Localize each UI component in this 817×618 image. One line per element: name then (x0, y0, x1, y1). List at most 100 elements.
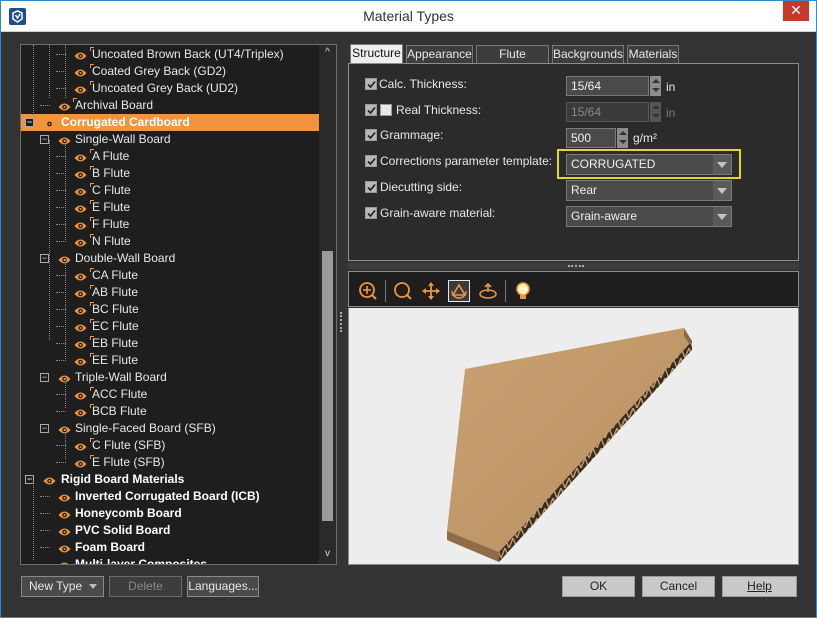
tree-item[interactable]: Uncoated Grey Back (UD2) (21, 80, 321, 97)
tree-item[interactable]: CA Flute (21, 267, 321, 284)
tree-item[interactable]: N Flute (21, 233, 321, 250)
calc-thickness-input[interactable]: 15/64 (566, 76, 649, 96)
tree-item[interactable]: EE Flute (21, 352, 321, 369)
tree-item[interactable]: AB Flute (21, 284, 321, 301)
tree-item[interactable]: BCB Flute (21, 403, 321, 420)
orbit-icon[interactable] (477, 280, 499, 302)
grain-aware-checkbox[interactable] (365, 207, 377, 219)
visibility-eye-icon[interactable] (74, 151, 87, 162)
visibility-eye-icon[interactable] (43, 117, 56, 128)
tree-item[interactable]: Archival Board (21, 97, 321, 114)
delete-button[interactable]: Delete (109, 576, 182, 597)
tree-item[interactable]: B Flute (21, 165, 321, 182)
tab-flute-symbols[interactable]: Flute Symbols (476, 45, 549, 78)
diecutting-checkbox[interactable] (365, 181, 377, 193)
grammage-input[interactable]: 500 (566, 128, 616, 148)
real-thickness-input[interactable]: 15/64 (566, 102, 649, 122)
scrollbar-thumb[interactable] (322, 251, 333, 521)
visibility-eye-icon[interactable] (74, 219, 87, 230)
tree-item[interactable]: ACC Flute (21, 386, 321, 403)
vertical-splitter[interactable] (340, 312, 344, 332)
tree-item[interactable]: C Flute (21, 182, 321, 199)
tree-item[interactable]: Uncoated Brown Back (UT4/Triplex) (21, 46, 321, 63)
cancel-button[interactable]: Cancel (642, 576, 715, 597)
collapse-icon[interactable]: − (40, 424, 49, 433)
calc-thickness-checkbox[interactable] (365, 78, 377, 90)
visibility-eye-icon[interactable] (74, 287, 87, 298)
visibility-eye-icon[interactable] (74, 355, 87, 366)
collapse-icon[interactable]: − (25, 118, 34, 127)
visibility-eye-icon[interactable] (74, 457, 87, 468)
tree-item[interactable]: − Rigid Board Materials (21, 471, 321, 488)
visibility-eye-icon[interactable] (74, 168, 87, 179)
close-button[interactable]: ✕ (783, 1, 809, 21)
tree-item[interactable]: Honeycomb Board (21, 505, 321, 522)
visibility-eye-icon[interactable] (74, 389, 87, 400)
tab-structure[interactable]: Structure (350, 44, 403, 64)
tree-item[interactable]: − Double-Wall Board (21, 250, 321, 267)
visibility-eye-icon[interactable] (74, 321, 87, 332)
tree-item[interactable]: − Single-Wall Board (21, 131, 321, 148)
light-bulb-icon[interactable] (512, 280, 534, 302)
real-thickness-stepper[interactable] (650, 102, 661, 122)
tree-item[interactable]: PVC Solid Board (21, 522, 321, 539)
grammage-checkbox[interactable] (365, 129, 377, 141)
tree-item[interactable]: − Single-Faced Board (SFB) (21, 420, 321, 437)
tree-item[interactable]: Multi-layer Composites (21, 556, 321, 564)
collapse-icon[interactable]: − (40, 135, 49, 144)
scroll-up-icon[interactable]: ^ (319, 47, 336, 58)
tree-item[interactable]: E Flute (SFB) (21, 454, 321, 471)
visibility-eye-icon[interactable] (74, 406, 87, 417)
material-preview-viewport[interactable] (348, 308, 799, 565)
visibility-eye-icon[interactable] (74, 83, 87, 94)
diecutting-dropdown[interactable]: Rear (566, 180, 732, 201)
tree-item[interactable]: Foam Board (21, 539, 321, 556)
visibility-eye-icon[interactable] (74, 440, 87, 451)
tree-item[interactable]: − Corrugated Cardboard (21, 114, 319, 131)
zoom-icon[interactable] (392, 280, 414, 302)
visibility-eye-icon[interactable] (58, 508, 71, 519)
collapse-icon[interactable]: − (40, 254, 49, 263)
corrections-checkbox[interactable] (365, 155, 377, 167)
real-thickness-enable-checkbox[interactable] (380, 104, 392, 116)
rotate-icon[interactable] (448, 280, 470, 302)
visibility-eye-icon[interactable] (58, 100, 71, 111)
tree-item[interactable]: Coated Grey Back (GD2) (21, 63, 321, 80)
scroll-down-icon[interactable]: v (319, 548, 336, 559)
grammage-stepper[interactable] (617, 128, 628, 148)
visibility-eye-icon[interactable] (74, 49, 87, 60)
tree-scrollbar[interactable]: ^ v (319, 45, 336, 564)
visibility-eye-icon[interactable] (74, 304, 87, 315)
new-type-button[interactable]: New Type (21, 576, 104, 597)
grain-aware-dropdown[interactable]: Grain-aware (566, 206, 732, 227)
collapse-icon[interactable]: − (40, 373, 49, 382)
tab-appearance[interactable]: Appearance (406, 45, 473, 63)
languages-button[interactable]: Languages... (187, 576, 259, 597)
visibility-eye-icon[interactable] (58, 542, 71, 553)
tree-item[interactable]: C Flute (SFB) (21, 437, 321, 454)
visibility-eye-icon[interactable] (74, 185, 87, 196)
visibility-eye-icon[interactable] (74, 202, 87, 213)
visibility-eye-icon[interactable] (74, 66, 87, 77)
tree-item[interactable]: E Flute (21, 199, 321, 216)
visibility-eye-icon[interactable] (43, 474, 56, 485)
tree-item[interactable]: Inverted Corrugated Board (ICB) (21, 488, 321, 505)
zoom-fit-icon[interactable] (357, 280, 379, 302)
real-thickness-checkbox[interactable] (365, 104, 377, 116)
tab-materials[interactable]: Materials (627, 45, 679, 63)
tree-item[interactable]: EC Flute (21, 318, 321, 335)
tree-item[interactable]: − Triple-Wall Board (21, 369, 321, 386)
tree-item[interactable]: F Flute (21, 216, 321, 233)
calc-thickness-stepper[interactable] (650, 76, 661, 96)
tree-item[interactable]: A Flute (21, 148, 321, 165)
visibility-eye-icon[interactable] (74, 270, 87, 281)
pan-icon[interactable] (420, 280, 442, 302)
visibility-eye-icon[interactable] (74, 236, 87, 247)
tree-item[interactable]: BC Flute (21, 301, 321, 318)
corrections-dropdown[interactable]: CORRUGATED (566, 154, 732, 175)
help-button[interactable]: Help (722, 576, 797, 597)
visibility-eye-icon[interactable] (58, 559, 71, 564)
tab-backgrounds[interactable]: Backgrounds (552, 45, 624, 63)
visibility-eye-icon[interactable] (58, 525, 71, 536)
tree-item[interactable]: EB Flute (21, 335, 321, 352)
